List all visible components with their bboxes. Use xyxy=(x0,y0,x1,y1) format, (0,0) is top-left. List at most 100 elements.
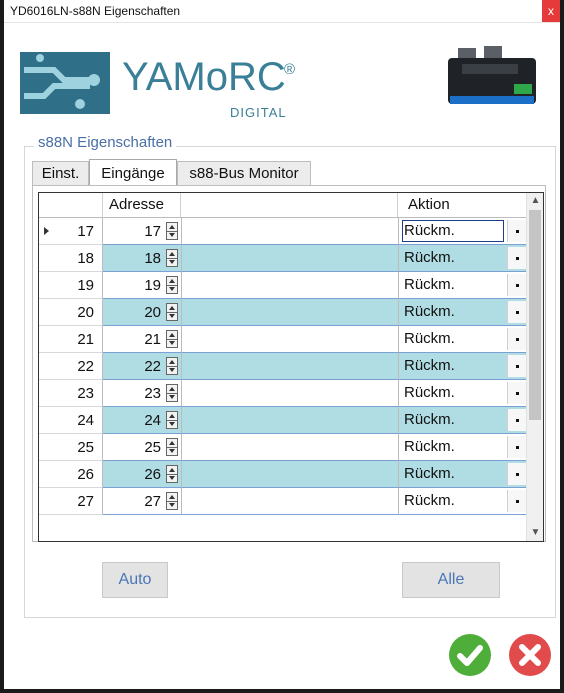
address-spinner[interactable] xyxy=(166,303,178,321)
address-cell[interactable]: 18 xyxy=(103,245,181,272)
action-select[interactable]: Rückm. xyxy=(402,355,504,377)
row-number: 21 xyxy=(39,326,103,353)
address-cell[interactable]: 20 xyxy=(103,299,181,326)
row-number: 19 xyxy=(39,272,103,299)
address-spinner[interactable] xyxy=(166,438,178,456)
action-cell[interactable]: Rückm. xyxy=(398,407,528,434)
grid-header: Adresse Aktion xyxy=(39,193,528,218)
empty-cell xyxy=(181,461,398,488)
action-cell[interactable]: Rückm. xyxy=(398,353,528,380)
address-value: 23 xyxy=(144,385,161,402)
alle-button[interactable]: Alle xyxy=(402,562,500,598)
table-row[interactable]: 22 22 Rückm. xyxy=(39,353,528,380)
empty-cell xyxy=(181,326,398,353)
address-cell[interactable]: 26 xyxy=(103,461,181,488)
table-row[interactable]: 26 26 Rückm. xyxy=(39,461,528,488)
inputs-grid: Adresse Aktion 17 17 Rückm. 18 18 Rückm.… xyxy=(38,192,544,542)
auto-button[interactable]: Auto xyxy=(102,562,168,598)
logo-brand: YAMoRC xyxy=(122,55,286,99)
address-spinner[interactable] xyxy=(166,411,178,429)
table-row[interactable]: 20 20 Rückm. xyxy=(39,299,528,326)
ok-button[interactable] xyxy=(449,634,491,676)
action-cell[interactable]: Rückm. xyxy=(398,380,528,407)
action-select[interactable]: Rückm. xyxy=(402,328,504,350)
dropdown-icon[interactable] xyxy=(507,463,527,485)
address-cell[interactable]: 22 xyxy=(103,353,181,380)
empty-cell xyxy=(181,353,398,380)
table-row[interactable]: 27 27 Rückm. xyxy=(39,488,528,515)
table-row[interactable]: 19 19 Rückm. xyxy=(39,272,528,299)
table-row[interactable]: 24 24 Rückm. xyxy=(39,407,528,434)
table-row[interactable]: 18 18 Rückm. xyxy=(39,245,528,272)
dropdown-icon[interactable] xyxy=(507,328,527,350)
row-number: 25 xyxy=(39,434,103,461)
action-cell[interactable]: Rückm. xyxy=(398,434,528,461)
close-button[interactable]: x xyxy=(542,0,560,22)
dropdown-icon[interactable] xyxy=(507,436,527,458)
table-row[interactable]: 17 17 Rückm. xyxy=(39,218,528,245)
action-cell[interactable]: Rückm. xyxy=(398,488,528,515)
scroll-down-icon[interactable]: ▼ xyxy=(527,525,543,541)
address-spinner[interactable] xyxy=(166,357,178,375)
action-select[interactable]: Rückm. xyxy=(402,382,504,404)
dropdown-icon[interactable] xyxy=(507,409,527,431)
address-spinner[interactable] xyxy=(166,384,178,402)
cross-icon xyxy=(519,644,541,666)
dropdown-icon[interactable] xyxy=(507,274,527,296)
tab-s88-bus-monitor[interactable]: s88-Bus Monitor xyxy=(177,161,311,185)
address-cell[interactable]: 17 xyxy=(103,218,181,245)
action-cell[interactable]: Rückm. xyxy=(398,326,528,353)
cancel-button[interactable] xyxy=(509,634,551,676)
tab-einst[interactable]: Einst. xyxy=(32,161,89,185)
address-cell[interactable]: 27 xyxy=(103,488,181,515)
dropdown-icon[interactable] xyxy=(507,355,527,377)
action-cell[interactable]: Rückm. xyxy=(398,245,528,272)
action-select[interactable]: Rückm. xyxy=(402,220,504,242)
action-select[interactable]: Rückm. xyxy=(402,247,504,269)
scroll-up-icon[interactable]: ▲ xyxy=(527,193,543,209)
tab-eingaenge[interactable]: Eingänge xyxy=(89,159,177,185)
empty-cell xyxy=(181,245,398,272)
action-select[interactable]: Rückm. xyxy=(402,490,504,512)
address-value: 26 xyxy=(144,466,161,483)
vertical-scrollbar[interactable]: ▲ ▼ xyxy=(526,193,543,541)
header-adresse[interactable]: Adresse xyxy=(103,193,181,217)
action-cell[interactable]: Rückm. xyxy=(398,218,528,245)
row-number: 23 xyxy=(39,380,103,407)
address-value: 24 xyxy=(144,412,161,429)
action-select[interactable]: Rückm. xyxy=(402,301,504,323)
address-spinner[interactable] xyxy=(166,222,178,240)
action-cell[interactable]: Rückm. xyxy=(398,461,528,488)
address-spinner[interactable] xyxy=(166,465,178,483)
scroll-thumb[interactable] xyxy=(529,210,541,420)
dropdown-icon[interactable] xyxy=(507,220,527,242)
row-number: 26 xyxy=(39,461,103,488)
address-cell[interactable]: 25 xyxy=(103,434,181,461)
address-spinner[interactable] xyxy=(166,249,178,267)
table-row[interactable]: 25 25 Rückm. xyxy=(39,434,528,461)
action-cell[interactable]: Rückm. xyxy=(398,299,528,326)
address-cell[interactable]: 23 xyxy=(103,380,181,407)
dropdown-icon[interactable] xyxy=(507,301,527,323)
yamorc-logo: YAMoRC ® DIGITAL xyxy=(20,52,295,120)
header-aktion[interactable]: Aktion xyxy=(398,193,528,217)
table-row[interactable]: 21 21 Rückm. xyxy=(39,326,528,353)
action-select[interactable]: Rückm. xyxy=(402,463,504,485)
address-spinner[interactable] xyxy=(166,330,178,348)
address-cell[interactable]: 21 xyxy=(103,326,181,353)
address-spinner[interactable] xyxy=(166,276,178,294)
address-spinner[interactable] xyxy=(166,492,178,510)
empty-cell xyxy=(181,218,398,245)
address-cell[interactable]: 19 xyxy=(103,272,181,299)
dropdown-icon[interactable] xyxy=(507,247,527,269)
action-cell[interactable]: Rückm. xyxy=(398,272,528,299)
action-select[interactable]: Rückm. xyxy=(402,409,504,431)
action-select[interactable]: Rückm. xyxy=(402,436,504,458)
table-row[interactable]: 23 23 Rückm. xyxy=(39,380,528,407)
dropdown-icon[interactable] xyxy=(507,382,527,404)
action-select[interactable]: Rückm. xyxy=(402,274,504,296)
dropdown-icon[interactable] xyxy=(507,490,527,512)
address-value: 21 xyxy=(144,331,161,348)
group-title: s88N Eigenschaften xyxy=(34,134,177,151)
address-cell[interactable]: 24 xyxy=(103,407,181,434)
